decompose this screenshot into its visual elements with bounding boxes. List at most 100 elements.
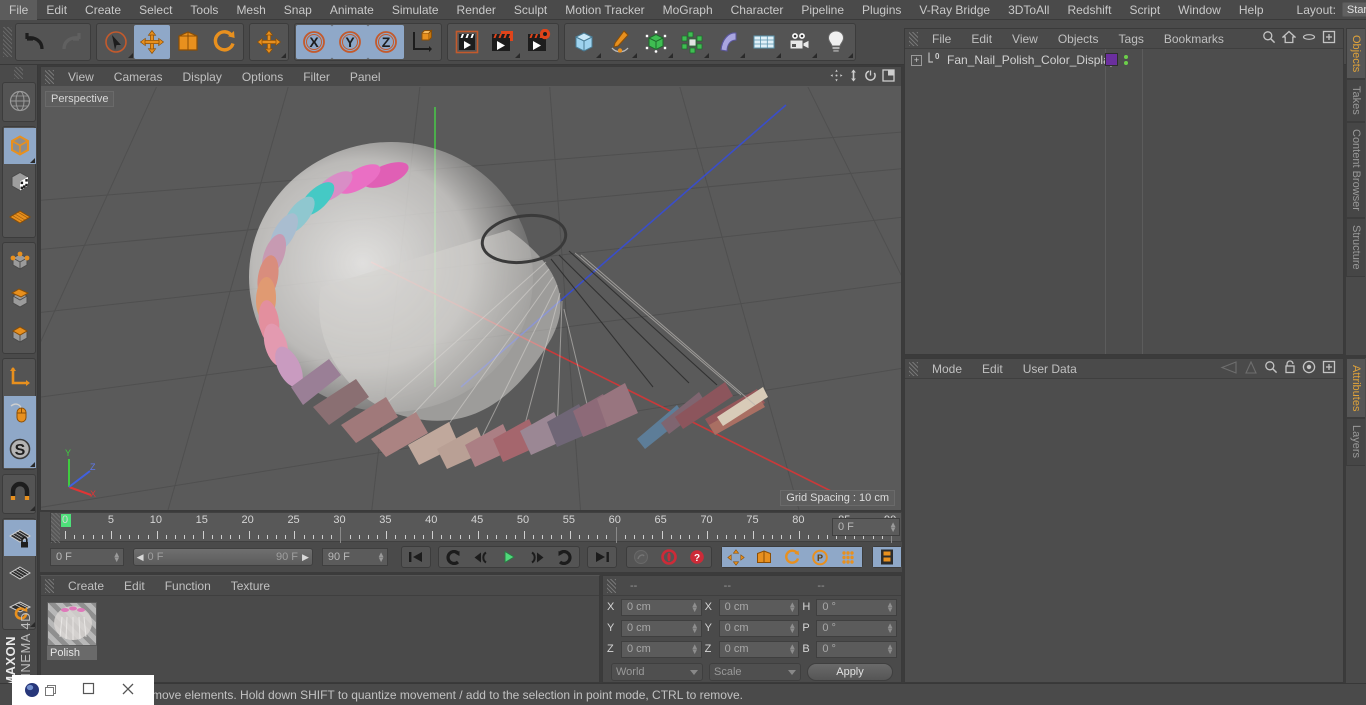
polygons-mode[interactable]: [4, 316, 36, 352]
go-to-start-button[interactable]: [402, 547, 430, 567]
expand-corner-icon[interactable]: [281, 53, 286, 58]
add-spline-object[interactable]: [602, 25, 638, 59]
spinner-icon[interactable]: ▲ ▼: [113, 551, 121, 564]
add-light[interactable]: [818, 25, 854, 59]
menu-item-character[interactable]: Character: [722, 0, 793, 20]
viewport-menu-options[interactable]: Options: [232, 70, 293, 84]
expand-corner-icon[interactable]: [812, 53, 817, 58]
spinner-icon[interactable]: ▲ ▼: [886, 601, 894, 614]
go-to-end-button[interactable]: [588, 547, 616, 567]
close-icon[interactable]: [121, 682, 135, 699]
expand-corner-icon[interactable]: [515, 53, 520, 58]
add-floor-environment[interactable]: [746, 25, 782, 59]
add-camera[interactable]: [782, 25, 818, 59]
rotate-view-icon[interactable]: [864, 69, 877, 85]
object-menu-tags[interactable]: Tags: [1109, 32, 1154, 46]
autokeying-toggle[interactable]: [627, 547, 655, 567]
lock-x-axis[interactable]: X: [296, 25, 332, 59]
render-visibility-dot[interactable]: [1124, 60, 1128, 65]
expand-corner-icon[interactable]: [128, 53, 133, 58]
menu-item-sculpt[interactable]: Sculpt: [505, 0, 556, 20]
material-manager-grip[interactable]: [45, 578, 54, 593]
undo-button[interactable]: [17, 25, 53, 59]
spinner-icon[interactable]: ▲ ▼: [691, 643, 699, 656]
viewport-menu-display[interactable]: Display: [172, 70, 231, 84]
object-manager-grip[interactable]: [909, 31, 918, 46]
position-1-input[interactable]: 0 cm ▲ ▼: [621, 619, 702, 637]
play-button[interactable]: [495, 547, 523, 567]
object-manager-list[interactable]: +0 Fan_Nail_Polish_Color_Display: [905, 49, 1343, 354]
lock-icon[interactable]: [1284, 360, 1296, 377]
menu-item-mograph[interactable]: MoGraph: [654, 0, 722, 20]
spinner-icon[interactable]: ▲ ▼: [889, 521, 897, 534]
tab-objects[interactable]: Objects: [1346, 28, 1365, 80]
enable-axis-modification[interactable]: [4, 360, 36, 396]
size-2-input[interactable]: 0 cm ▲ ▼: [718, 640, 800, 658]
layout-dropdown[interactable]: Startup: [1341, 2, 1366, 17]
keyframe-selection-button[interactable]: [873, 547, 901, 567]
expand-corner-icon[interactable]: [596, 53, 601, 58]
size-0-input[interactable]: 0 cm ▲ ▼: [718, 598, 800, 616]
preview-range-slider[interactable]: ◀ 0 F 90 F ▶: [132, 548, 313, 566]
left-toolbar-grip[interactable]: [14, 67, 23, 79]
pan-move-icon[interactable]: [830, 69, 843, 85]
world-object-axis[interactable]: [404, 25, 440, 59]
render-settings-button[interactable]: [521, 25, 557, 59]
rotation-0-input[interactable]: 0 ° ▲ ▼: [816, 598, 898, 616]
redo-button[interactable]: [53, 25, 89, 59]
menu-item-render[interactable]: Render: [448, 0, 505, 20]
lock-y-axis[interactable]: Y: [332, 25, 368, 59]
tab-structure[interactable]: Structure: [1346, 217, 1365, 277]
menu-item-redshift[interactable]: Redshift: [1058, 0, 1120, 20]
menu-item-animate[interactable]: Animate: [321, 0, 383, 20]
render-view-button[interactable]: [449, 25, 485, 59]
search-icon[interactable]: [1262, 30, 1276, 47]
new-window-icon[interactable]: [1322, 30, 1336, 47]
step-forward-button[interactable]: [523, 547, 551, 567]
lock-workplane[interactable]: [3, 520, 36, 556]
menu-item-pipeline[interactable]: Pipeline: [792, 0, 853, 20]
spinner-icon[interactable]: ▲ ▼: [788, 601, 796, 614]
menu-item-select[interactable]: Select: [130, 0, 181, 20]
material-menu-edit[interactable]: Edit: [114, 579, 155, 593]
spinner-icon[interactable]: ▲ ▼: [691, 622, 699, 635]
new-window-icon[interactable]: [1322, 360, 1336, 377]
move-tool[interactable]: [134, 25, 170, 59]
vertical-move-icon[interactable]: [848, 69, 859, 85]
menu-item-mesh[interactable]: Mesh: [227, 0, 274, 20]
viewport-solo-single[interactable]: [3, 396, 36, 432]
attribute-manager-body[interactable]: [905, 379, 1343, 682]
search-icon[interactable]: [1264, 360, 1278, 377]
expand-corner-icon[interactable]: [776, 53, 781, 58]
attribute-menu-edit[interactable]: Edit: [972, 362, 1013, 376]
back-arrow-icon[interactable]: [1220, 360, 1238, 377]
add-cube-object[interactable]: [566, 25, 602, 59]
timeline-frame-field[interactable]: 0 F ▲ ▼: [832, 518, 900, 536]
menu-item-plugins[interactable]: Plugins: [853, 0, 910, 20]
menu-item-snap[interactable]: Snap: [275, 0, 321, 20]
tab-attributes[interactable]: Attributes: [1346, 358, 1365, 419]
object-menu-edit[interactable]: Edit: [961, 32, 1002, 46]
expand-corner-icon[interactable]: [29, 158, 35, 163]
coordinates-grip[interactable]: [607, 578, 616, 593]
enable-snapping[interactable]: [4, 476, 36, 512]
key-parameter-toggle[interactable]: P: [806, 547, 834, 567]
render-to-picture-viewer[interactable]: [485, 25, 521, 59]
soft-selection-toggle[interactable]: S: [3, 432, 36, 468]
material-swatch[interactable]: Polish: [47, 602, 97, 660]
menu-item-motion-tracker[interactable]: Motion Tracker: [556, 0, 653, 20]
object-menu-objects[interactable]: Objects: [1048, 32, 1109, 46]
object-menu-view[interactable]: View: [1002, 32, 1048, 46]
add-generator-object[interactable]: [638, 25, 674, 59]
add-bend-deformer[interactable]: [710, 25, 746, 59]
home-icon[interactable]: [1281, 30, 1297, 47]
max-frame-field[interactable]: 90 F ▲ ▼: [321, 548, 388, 566]
material-menu-function[interactable]: Function: [155, 579, 221, 593]
texture-axis-mode[interactable]: [4, 84, 36, 120]
viewport-canvas[interactable]: Perspective Grid Spacing : 10 cm Y X Z: [41, 87, 901, 510]
lock-z-axis[interactable]: Z: [368, 25, 404, 59]
object-row[interactable]: +0 Fan_Nail_Polish_Color_Display: [905, 49, 1343, 71]
spinner-icon[interactable]: ▲ ▼: [788, 622, 796, 635]
expand-corner-icon[interactable]: [848, 53, 853, 58]
record-active-objects[interactable]: [655, 547, 683, 567]
